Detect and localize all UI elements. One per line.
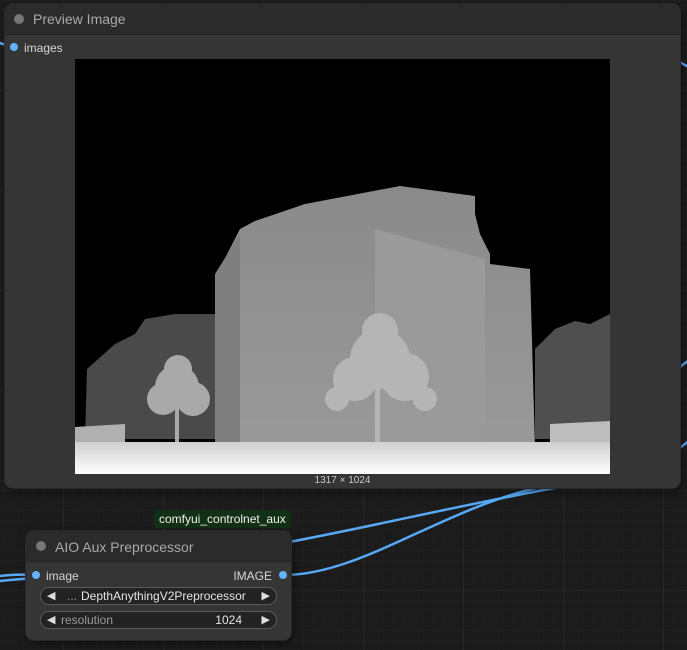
resolution-label: resolution (61, 613, 114, 627)
decrement-arrow-icon[interactable]: ◀ (47, 614, 55, 626)
link-wire (678, 60, 687, 68)
preview-node-titlebar[interactable]: Preview Image (5, 4, 680, 35)
image-input-label: image (46, 569, 79, 583)
preprocessor-combo[interactable]: ◀ ... DepthAnythingV2Preprocessor ▶ (40, 587, 277, 605)
combo-right-arrow-icon[interactable]: ▶ (262, 590, 270, 602)
aio-aux-preprocessor-node[interactable]: AIO Aux Preprocessor image IMAGE ◀ ... D… (26, 531, 291, 640)
image-output-slot[interactable] (279, 571, 287, 579)
images-input-label: images (24, 41, 63, 55)
node-collapse-dot-icon[interactable] (36, 541, 46, 551)
images-input-slot[interactable] (10, 43, 18, 51)
node-collapse-dot-icon[interactable] (14, 14, 24, 24)
resolution-value: 1024 (215, 613, 242, 627)
image-dimensions-label: 1317 × 1024 (314, 475, 371, 486)
preview-image (75, 59, 610, 474)
node-pack-badge: comfyui_controlnet_aux (154, 510, 291, 528)
link-wire (282, 485, 542, 577)
preprocessor-prefix: ... (67, 589, 78, 603)
aux-node-titlebar[interactable]: AIO Aux Preprocessor (26, 531, 291, 562)
aux-node-title: AIO Aux Preprocessor (55, 539, 194, 555)
preprocessor-value: DepthAnythingV2Preprocessor (81, 589, 246, 603)
combo-left-arrow-icon[interactable]: ◀ (47, 590, 55, 602)
increment-arrow-icon[interactable]: ▶ (262, 614, 270, 626)
image-input-slot[interactable] (32, 571, 40, 579)
link-wire (282, 485, 562, 545)
preview-image-node[interactable]: Preview Image images 1317 × 1024 (5, 4, 680, 488)
preview-node-title: Preview Image (33, 11, 126, 27)
image-output-label: IMAGE (233, 569, 272, 583)
resolution-number-widget[interactable]: ◀ resolution 1024 ▶ (40, 611, 277, 629)
